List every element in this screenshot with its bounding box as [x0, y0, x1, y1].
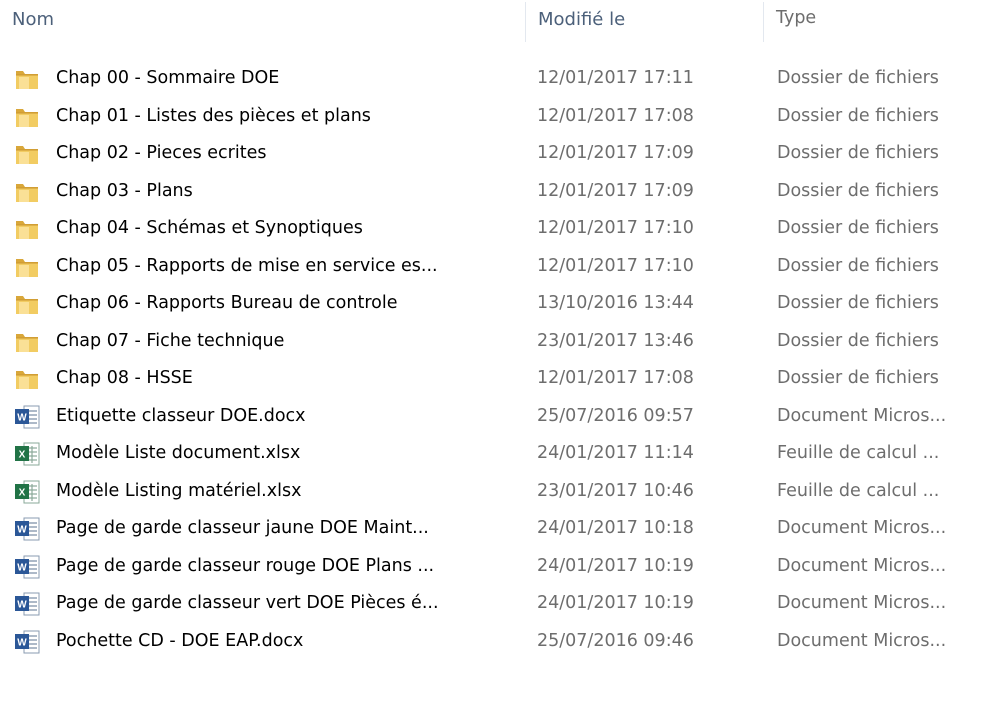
folder-icon	[14, 329, 42, 355]
file-name: Chap 02 - Pieces ecrites	[56, 143, 267, 163]
column-header-bar: Nom Modifié le Type	[0, 0, 993, 44]
file-name: Pochette CD - DOE EAP.docx	[56, 630, 304, 651]
folder-icon	[14, 141, 42, 167]
file-row[interactable]: Chap 04 - Schémas et Synoptiques 12/01/20…	[0, 210, 993, 248]
file-name: Modèle Listing matériel.xlsx	[56, 480, 302, 501]
svg-text:W: W	[17, 412, 27, 423]
file-modified-date: 12/01/2017 17:10	[537, 218, 694, 238]
file-row[interactable]: Chap 02 - Pieces ecrites 12/01/2017 17:09…	[0, 135, 993, 173]
folder-icon	[14, 216, 42, 242]
file-type: Dossier de fichiers	[777, 68, 939, 88]
file-name: Chap 06 - Rapports Bureau de controle	[56, 293, 398, 313]
file-type: Document Micros...	[777, 405, 947, 426]
file-name: Chap 01 - Listes des pièces et plans	[56, 105, 371, 126]
word-document-icon: W	[14, 516, 42, 542]
file-type: Document Micros...	[777, 555, 947, 576]
file-type: Document Micros...	[777, 593, 947, 613]
file-name: Chap 08 - HSSE	[56, 368, 193, 388]
file-type: Dossier de fichiers	[777, 180, 939, 201]
file-modified-date: 25/07/2016 09:46	[537, 630, 694, 651]
file-name: Chap 00 - Sommaire DOE	[56, 68, 280, 88]
file-modified-date: 12/01/2017 17:08	[537, 368, 694, 388]
file-row[interactable]: Chap 08 - HSSE 12/01/2017 17:08 Dossier de…	[0, 360, 993, 398]
file-row[interactable]: Chap 00 - Sommaire DOE 12/01/2017 17:11 Do…	[0, 60, 993, 98]
file-modified-date: 23/01/2017 10:46	[537, 480, 694, 501]
svg-text:X: X	[19, 450, 26, 461]
folder-icon	[14, 66, 42, 92]
file-modified-date: 25/07/2016 09:57	[537, 405, 694, 426]
file-row[interactable]: Chap 05 - Rapports de mise en service es…	[0, 248, 993, 286]
file-modified-date: 24/01/2017 10:19	[537, 593, 694, 613]
excel-document-icon: X	[14, 441, 42, 467]
file-name: Modèle Liste document.xlsx	[56, 443, 301, 463]
folder-icon	[14, 366, 42, 392]
file-row[interactable]: Chap 07 - Fiche technique 23/01/2017 13:4…	[0, 323, 993, 361]
file-modified-date: 12/01/2017 17:09	[537, 180, 694, 201]
file-type: Feuille de calcul ...	[777, 480, 940, 501]
file-modified-date: 12/01/2017 17:09	[537, 143, 694, 163]
file-row[interactable]: Chap 06 - Rapports Bureau de controle 13/…	[0, 285, 993, 323]
svg-text:W: W	[17, 525, 27, 536]
file-row[interactable]: X Modèle Liste document.xlsx 24/01/2017 1…	[0, 435, 993, 473]
file-name: Chap 03 - Plans	[56, 180, 193, 201]
svg-text:W: W	[17, 637, 27, 648]
file-name: Page de garde classeur vert DOE Pièces é…	[56, 593, 439, 613]
svg-text:W: W	[17, 600, 27, 611]
file-name: Page de garde classeur jaune DOE Maint..…	[56, 518, 429, 538]
file-type: Document Micros...	[777, 630, 947, 651]
file-name: Chap 05 - Rapports de mise en service es…	[56, 255, 438, 276]
file-row[interactable]: W Etiquette classeur DOE.docx 25/07/2016 …	[0, 398, 993, 436]
file-name: Etiquette classeur DOE.docx	[56, 405, 306, 426]
file-type: Dossier de fichiers	[777, 255, 939, 276]
svg-text:X: X	[19, 487, 26, 498]
column-header-modified[interactable]: Modifié le	[526, 0, 763, 44]
file-row[interactable]: X Modèle Listing matériel.xlsx 23/01/2017…	[0, 473, 993, 511]
word-document-icon: W	[14, 404, 42, 430]
file-row[interactable]: W Pochette CD - DOE EAP.docx 25/07/2016 0…	[0, 623, 993, 661]
file-type: Dossier de fichiers	[777, 368, 939, 388]
file-modified-date: 12/01/2017 17:11	[537, 68, 694, 88]
file-name: Page de garde classeur rouge DOE Plans .…	[56, 555, 435, 576]
folder-icon	[14, 254, 42, 280]
file-modified-date: 24/01/2017 10:18	[537, 518, 694, 538]
file-modified-date: 24/01/2017 10:19	[537, 555, 694, 576]
file-type: Dossier de fichiers	[777, 293, 939, 313]
file-modified-date: 12/01/2017 17:08	[537, 105, 694, 126]
column-header-name[interactable]: Nom	[0, 0, 525, 44]
word-document-icon: W	[14, 591, 42, 617]
file-row[interactable]: Chap 01 - Listes des pièces et plans 12/0…	[0, 98, 993, 136]
file-type: Dossier de fichiers	[777, 330, 939, 351]
file-row[interactable]: W Page de garde classeur vert DOE Pièces…	[0, 585, 993, 623]
file-modified-date: 12/01/2017 17:10	[537, 255, 694, 276]
excel-document-icon: X	[14, 479, 42, 505]
svg-text:W: W	[17, 562, 27, 573]
word-document-icon: W	[14, 629, 42, 655]
folder-icon	[14, 291, 42, 317]
file-type: Feuille de calcul ...	[777, 443, 940, 463]
file-name: Chap 07 - Fiche technique	[56, 330, 285, 351]
column-header-type[interactable]: Type	[764, 0, 993, 44]
file-modified-date: 23/01/2017 13:46	[537, 330, 694, 351]
file-type: Dossier de fichiers	[777, 143, 939, 163]
file-row[interactable]: W Page de garde classeur rouge DOE Plans…	[0, 548, 993, 586]
file-type: Dossier de fichiers	[777, 218, 939, 238]
folder-icon	[14, 104, 42, 130]
file-modified-date: 13/10/2016 13:44	[537, 293, 694, 313]
file-type: Document Micros...	[777, 518, 947, 538]
file-row[interactable]: Chap 03 - Plans 12/01/2017 17:09 Dossier d…	[0, 173, 993, 211]
file-row[interactable]: W Page de garde classeur jaune DOE Maint…	[0, 510, 993, 548]
folder-icon	[14, 179, 42, 205]
file-type: Dossier de fichiers	[777, 105, 939, 126]
file-modified-date: 24/01/2017 11:14	[537, 443, 694, 463]
file-list: Chap 00 - Sommaire DOE 12/01/2017 17:11 Do…	[0, 60, 993, 660]
word-document-icon: W	[14, 554, 42, 580]
file-name: Chap 04 - Schémas et Synoptiques	[56, 218, 363, 238]
